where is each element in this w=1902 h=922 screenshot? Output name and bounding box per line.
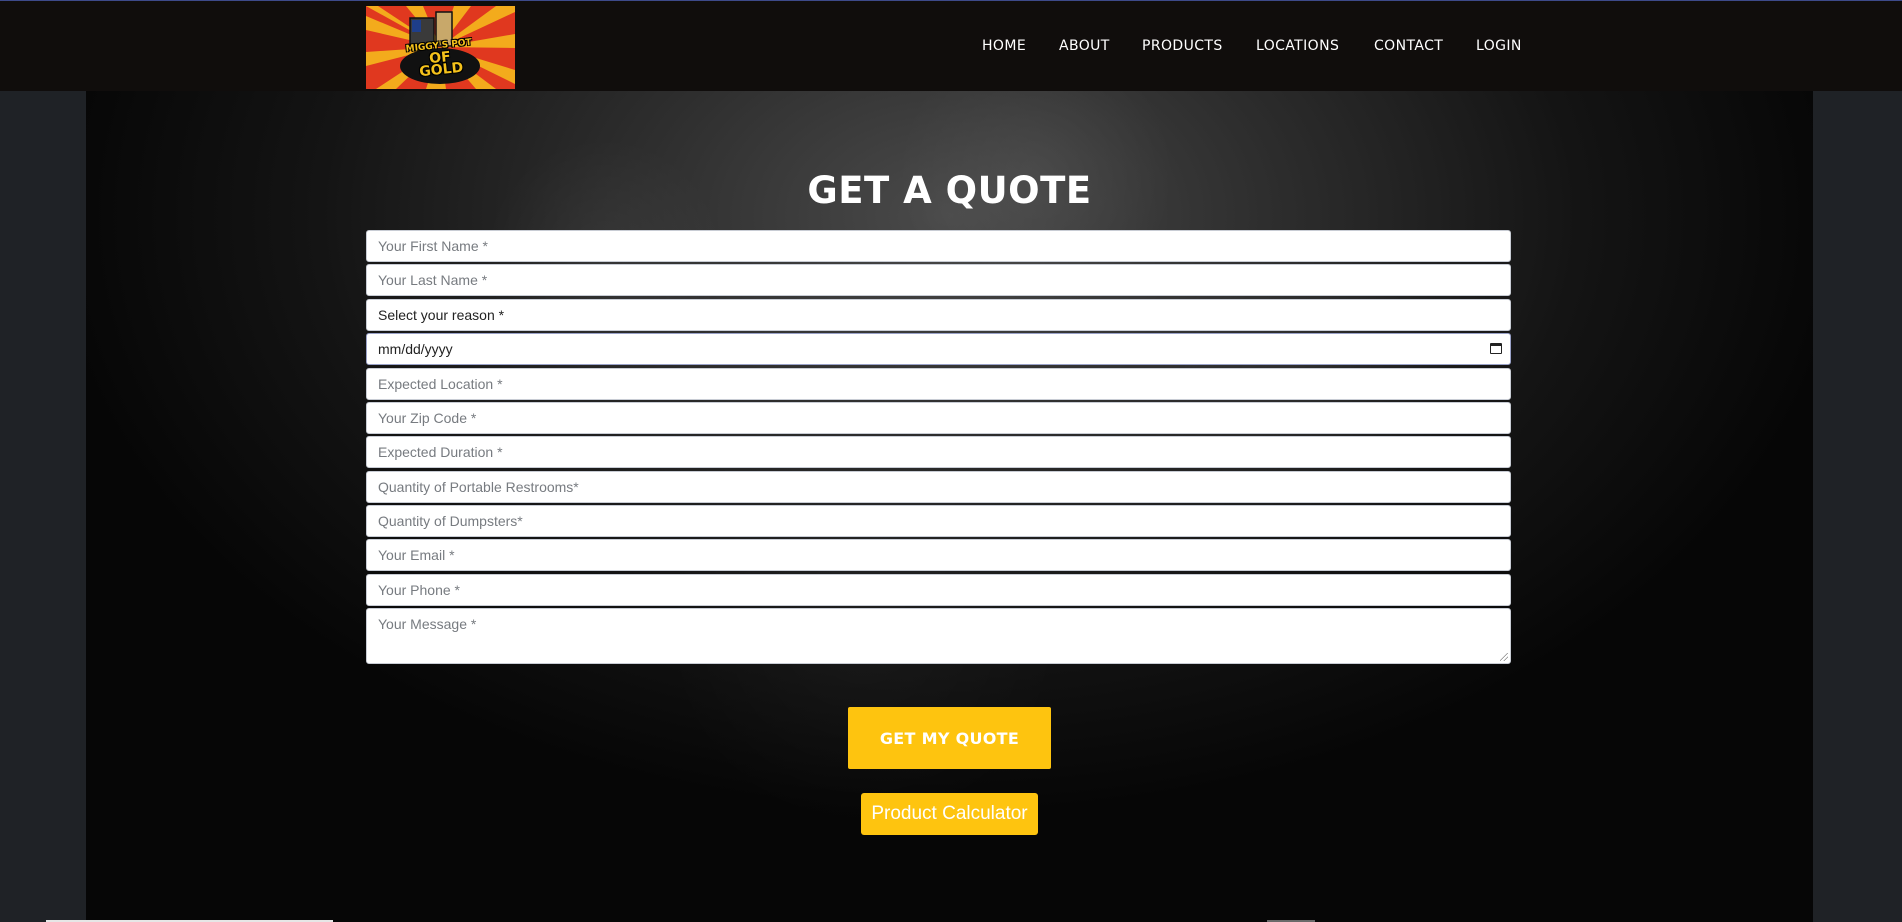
last-name-input[interactable]: Your Last Name * <box>366 264 1511 296</box>
dumpsters-quantity-input[interactable]: Quantity of Dumpsters* <box>366 505 1511 537</box>
first-name-input[interactable]: Your First Name * <box>366 230 1511 262</box>
date-input-value: mm/dd/yyyy <box>378 341 453 357</box>
get-my-quote-button[interactable]: GET MY QUOTE <box>848 707 1051 769</box>
quote-section: GET A QUOTE Your First Name * Your Last … <box>86 91 1813 922</box>
calendar-icon[interactable] <box>1490 343 1502 354</box>
location-input[interactable]: Expected Location * <box>366 368 1511 400</box>
duration-input[interactable]: Expected Duration * <box>366 436 1511 468</box>
nav-products[interactable]: PRODUCTS <box>1142 38 1223 54</box>
phone-input[interactable]: Your Phone * <box>366 574 1511 606</box>
restrooms-quantity-input[interactable]: Quantity of Portable Restrooms* <box>366 471 1511 503</box>
date-input[interactable]: mm/dd/yyyy <box>366 333 1511 365</box>
nav-contact[interactable]: CONTACT <box>1374 38 1443 54</box>
nav-locations[interactable]: LOCATIONS <box>1256 38 1339 54</box>
site-header: MIGGY'S POT OF GOLD HOME ABOUT PRODUCTS … <box>0 1 1902 91</box>
resize-handle-icon[interactable] <box>1500 653 1508 661</box>
reason-select[interactable]: Select your reason * <box>366 299 1511 331</box>
message-textarea[interactable]: Your Message * <box>366 608 1511 664</box>
page-title: GET A QUOTE <box>807 169 1092 212</box>
zip-input[interactable]: Your Zip Code * <box>366 402 1511 434</box>
main-nav: HOME ABOUT PRODUCTS LOCATIONS CONTACT LO… <box>0 38 1902 58</box>
message-placeholder: Your Message * <box>378 616 477 632</box>
nav-login[interactable]: LOGIN <box>1476 38 1522 54</box>
email-input[interactable]: Your Email * <box>366 539 1511 571</box>
nav-about[interactable]: ABOUT <box>1059 38 1110 54</box>
nav-home[interactable]: HOME <box>982 38 1026 54</box>
product-calculator-button[interactable]: Product Calculator <box>861 793 1038 835</box>
